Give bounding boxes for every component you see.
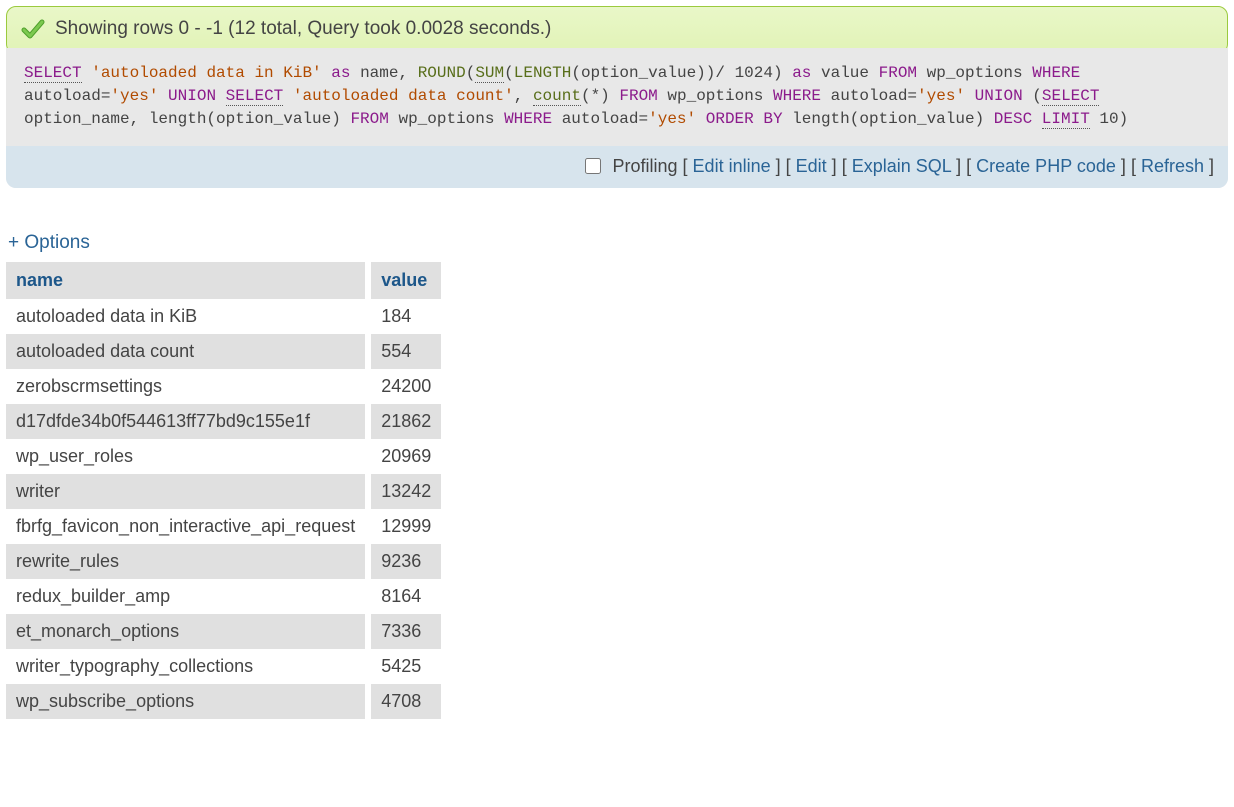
cell-value: 4708 [368, 684, 441, 719]
cell-name: fbrfg_favicon_non_interactive_api_reques… [6, 509, 368, 544]
table-row[interactable]: wp_subscribe_options4708 [6, 684, 441, 719]
cell-name: autoloaded data count [6, 334, 368, 369]
results-table: name value autoloaded data in KiB184auto… [6, 262, 441, 719]
cell-value: 5425 [368, 649, 441, 684]
cell-value: 8164 [368, 579, 441, 614]
table-row[interactable]: fbrfg_favicon_non_interactive_api_reques… [6, 509, 441, 544]
cell-value: 12999 [368, 509, 441, 544]
cell-name: zerobscrmsettings [6, 369, 368, 404]
table-row[interactable]: writer13242 [6, 474, 441, 509]
explain-sql-link[interactable]: Explain SQL [852, 156, 951, 176]
table-row[interactable]: autoloaded data count554 [6, 334, 441, 369]
table-row[interactable]: redux_builder_amp8164 [6, 579, 441, 614]
cell-name: d17dfde34b0f544613ff77bd9c155e1f [6, 404, 368, 439]
cell-value: 7336 [368, 614, 441, 649]
column-header-value[interactable]: value [368, 262, 441, 299]
table-row[interactable]: rewrite_rules9236 [6, 544, 441, 579]
cell-name: writer [6, 474, 368, 509]
edit-link[interactable]: Edit [796, 156, 827, 176]
cell-name: writer_typography_collections [6, 649, 368, 684]
query-success-bar: Showing rows 0 - -1 (12 total, Query too… [6, 6, 1228, 54]
column-header-name[interactable]: name [6, 262, 368, 299]
create-php-link[interactable]: Create PHP code [976, 156, 1116, 176]
cell-value: 21862 [368, 404, 441, 439]
edit-inline-link[interactable]: Edit inline [693, 156, 771, 176]
cell-value: 184 [368, 299, 441, 334]
options-toggle-link[interactable]: + Options [6, 218, 90, 260]
cell-name: redux_builder_amp [6, 579, 368, 614]
table-header-row: name value [6, 262, 441, 299]
profiling-label: Profiling [612, 156, 677, 176]
cell-value: 13242 [368, 474, 441, 509]
sql-query-text: SELECT 'autoloaded data in KiB' as name,… [6, 48, 1228, 146]
table-row[interactable]: autoloaded data in KiB184 [6, 299, 441, 334]
cell-name: wp_subscribe_options [6, 684, 368, 719]
refresh-link[interactable]: Refresh [1141, 156, 1204, 176]
table-row[interactable]: d17dfde34b0f544613ff77bd9c155e1f21862 [6, 404, 441, 439]
cell-value: 9236 [368, 544, 441, 579]
cell-value: 24200 [368, 369, 441, 404]
profiling-checkbox[interactable] [585, 158, 601, 174]
cell-name: et_monarch_options [6, 614, 368, 649]
table-row[interactable]: et_monarch_options7336 [6, 614, 441, 649]
cell-name: autoloaded data in KiB [6, 299, 368, 334]
success-check-icon [21, 17, 45, 41]
table-row[interactable]: writer_typography_collections5425 [6, 649, 441, 684]
cell-value: 20969 [368, 439, 441, 474]
success-message-text: Showing rows 0 - -1 (12 total, Query too… [55, 18, 551, 40]
sql-toolbar: Profiling [ Edit inline ] [ Edit ] [ Exp… [6, 146, 1228, 188]
sql-query-box: SELECT 'autoloaded data in KiB' as name,… [6, 48, 1228, 188]
table-row[interactable]: zerobscrmsettings24200 [6, 369, 441, 404]
cell-name: rewrite_rules [6, 544, 368, 579]
cell-value: 554 [368, 334, 441, 369]
cell-name: wp_user_roles [6, 439, 368, 474]
table-row[interactable]: wp_user_roles20969 [6, 439, 441, 474]
